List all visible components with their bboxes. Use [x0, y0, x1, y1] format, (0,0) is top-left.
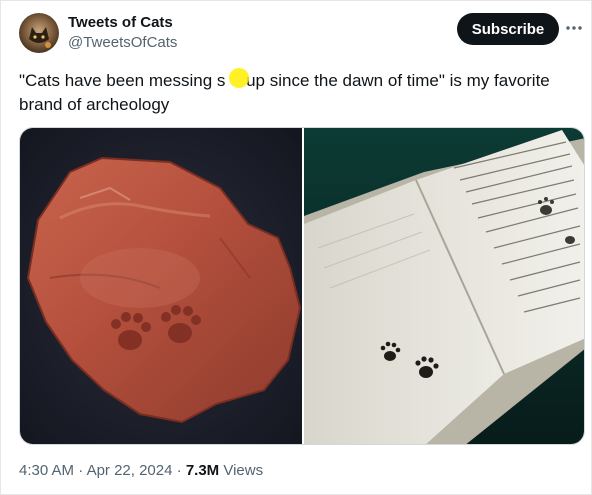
tweet-card: Tweets of Cats @TweetsOfCats Subscribe "…: [0, 0, 592, 495]
tweet-text: "Cats have been messing s up since the d…: [19, 69, 584, 117]
cat-avatar-icon: [19, 13, 59, 53]
display-name[interactable]: Tweets of Cats: [68, 14, 173, 31]
tweet-time[interactable]: 4:30 AM: [19, 462, 74, 479]
avatar[interactable]: [19, 13, 59, 53]
tweet-text-part1: "Cats have been messing s: [19, 71, 226, 90]
roman-tile-with-cat-paw-prints: [20, 128, 302, 444]
tweet-date[interactable]: Apr 22, 2024: [87, 462, 173, 479]
medieval-manuscript-with-cat-paw-prints: [304, 128, 584, 444]
media-grid: [19, 127, 585, 445]
separator: ·: [176, 462, 182, 479]
more-options-button[interactable]: [563, 15, 585, 41]
photo-tile[interactable]: [20, 128, 302, 444]
subscribe-button[interactable]: Subscribe: [457, 13, 559, 45]
views-count: 7.3M: [185, 462, 220, 479]
user-handle[interactable]: @TweetsOfCats: [68, 34, 177, 51]
views-label: Views: [223, 462, 264, 479]
more-horizontal-icon: [566, 26, 582, 30]
photo-manuscript[interactable]: [304, 128, 584, 444]
separator: ·: [78, 462, 84, 479]
cursor-highlight: [229, 68, 249, 88]
tweet-meta: 4:30 AM · Apr 22, 2024 · 7.3M Views: [19, 462, 263, 479]
